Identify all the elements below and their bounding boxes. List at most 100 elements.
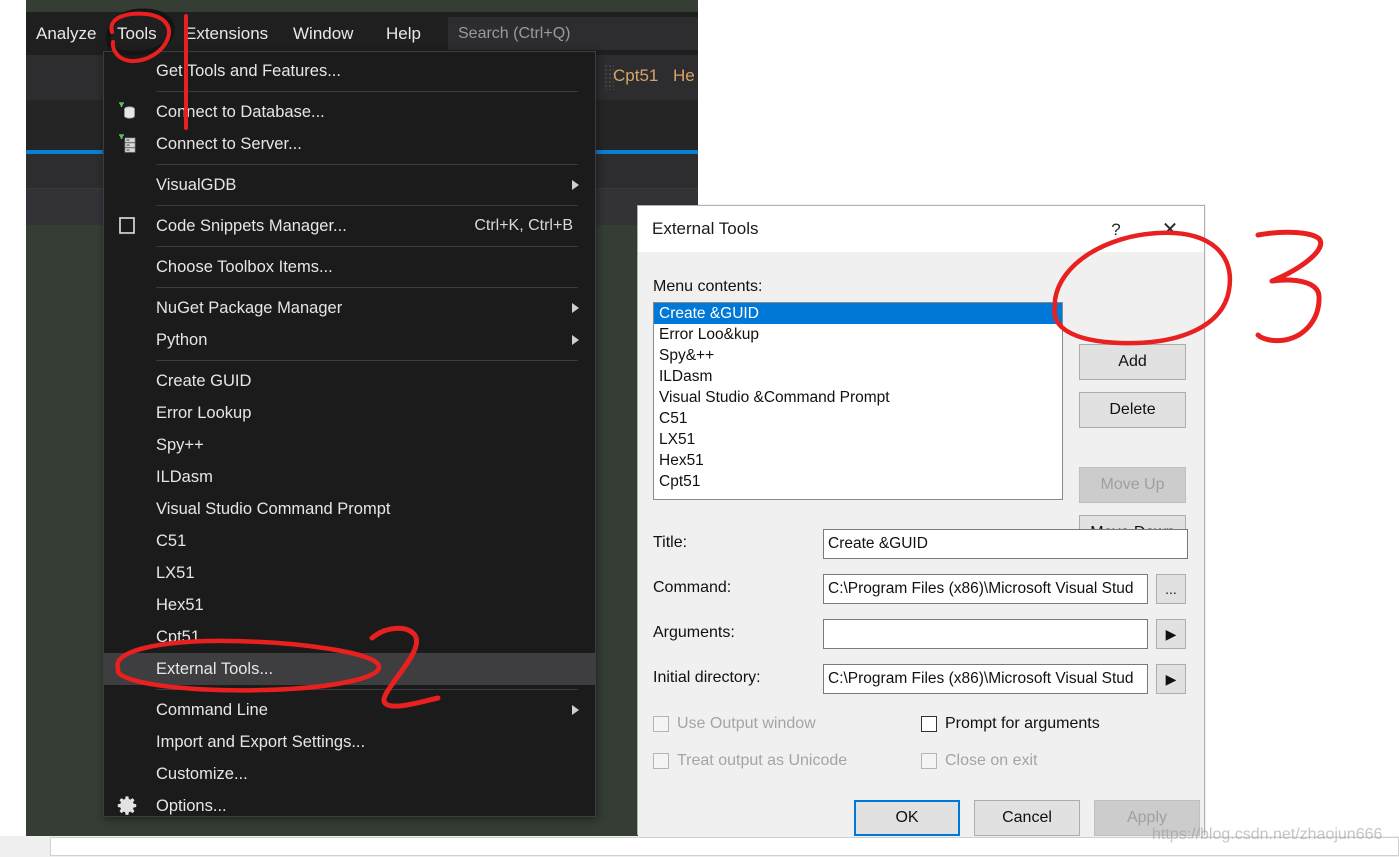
help-icon[interactable]: ? xyxy=(1100,216,1132,244)
menu-item-label: VisualGDB xyxy=(156,175,237,194)
ok-button[interactable]: OK xyxy=(854,800,960,836)
initial-directory-input[interactable]: C:\Program Files (x86)\Microsoft Visual … xyxy=(823,664,1148,694)
menu-separator xyxy=(156,360,578,361)
checkbox-box xyxy=(653,753,669,769)
search-input[interactable]: Search (Ctrl+Q) xyxy=(448,17,698,50)
cancel-button[interactable]: Cancel xyxy=(974,800,1080,836)
checkbox-box xyxy=(653,716,669,732)
submenu-arrow-icon xyxy=(572,303,579,313)
listbox-item[interactable]: LX51 xyxy=(654,429,1062,450)
left-white-gutter xyxy=(0,0,26,843)
menubar-item-help[interactable]: Help xyxy=(386,12,421,55)
menubar-item-analyze[interactable]: Analyze xyxy=(36,12,96,55)
menubar-item-extensions[interactable]: Extensions xyxy=(185,12,268,55)
listbox-item[interactable]: Spy&++ xyxy=(654,345,1062,366)
tools-dropdown-menu: Get Tools and Features... Connect to Data… xyxy=(103,51,596,817)
title-input[interactable]: Create &GUID xyxy=(823,529,1188,559)
watermark-text: https://blog.csdn.net/zhaojun666 xyxy=(1152,826,1383,843)
menu-contents-label: Menu contents: xyxy=(653,278,763,295)
menu-item-ildasm[interactable]: ILDasm xyxy=(104,461,595,493)
menu-item-label: Import and Export Settings... xyxy=(156,732,366,751)
checkbox-box[interactable] xyxy=(921,716,937,732)
menu-item-create-guid[interactable]: Create GUID xyxy=(104,365,595,397)
menu-item-options[interactable]: Options... xyxy=(104,790,595,822)
menu-separator xyxy=(156,164,578,165)
submenu-arrow-icon xyxy=(572,705,579,715)
initial-directory-menu-button[interactable]: ▶ xyxy=(1156,664,1186,694)
checkbox-box xyxy=(921,753,937,769)
menu-contents-listbox[interactable]: Create &GUID Error Loo&kup Spy&++ ILDasm Vis… xyxy=(653,302,1063,500)
menu-separator xyxy=(156,689,578,690)
close-on-exit-checkbox: Close on exit xyxy=(921,752,1038,770)
menu-item-label: Options... xyxy=(156,796,227,815)
menu-item-connect-to-database[interactable]: Connect to Database... xyxy=(104,96,595,128)
command-browse-button[interactable]: ... xyxy=(1156,574,1186,604)
menubar-item-tools[interactable]: Tools xyxy=(117,12,157,55)
menu-item-label: Command Line xyxy=(156,700,268,719)
menu-item-python[interactable]: Python xyxy=(104,324,595,356)
listbox-item[interactable]: Visual Studio &Command Prompt xyxy=(654,387,1062,408)
add-button[interactable]: Add xyxy=(1079,344,1186,380)
submenu-arrow-icon xyxy=(572,335,579,345)
menu-item-label: Hex51 xyxy=(156,595,204,614)
listbox-item[interactable]: Hex51 xyxy=(654,450,1062,471)
menu-item-c51[interactable]: C51 xyxy=(104,525,595,557)
server-icon xyxy=(116,133,138,155)
menu-item-label: External Tools... xyxy=(156,659,274,678)
menu-separator xyxy=(156,287,578,288)
menu-item-cpt51[interactable]: Cpt51 xyxy=(104,621,595,653)
document-tab-he[interactable]: He xyxy=(673,66,695,86)
menu-item-import-and-export-settings[interactable]: Import and Export Settings... xyxy=(104,726,595,758)
menubar-item-window[interactable]: Window xyxy=(293,12,353,55)
menu-item-visualgdb[interactable]: VisualGDB xyxy=(104,169,595,201)
command-input[interactable]: C:\Program Files (x86)\Microsoft Visual … xyxy=(823,574,1148,604)
annotation-digit-3 xyxy=(1255,229,1324,344)
checkbox-label: Close on exit xyxy=(945,752,1038,769)
listbox-item[interactable]: Cpt51 xyxy=(654,471,1062,492)
menu-item-label: Connect to Server... xyxy=(156,134,302,153)
snippet-icon xyxy=(116,215,138,237)
menu-item-label: LX51 xyxy=(156,563,195,582)
menu-item-lx51[interactable]: LX51 xyxy=(104,557,595,589)
menu-item-command-line[interactable]: Command Line xyxy=(104,694,595,726)
treat-output-as-unicode-checkbox: Treat output as Unicode xyxy=(653,752,847,770)
menu-item-label: C51 xyxy=(156,531,187,550)
dialog-titlebar: External Tools ? ✕ xyxy=(638,206,1204,252)
menu-item-label: Spy++ xyxy=(156,435,204,454)
title-label: Title: xyxy=(653,534,688,551)
menu-item-external-tools[interactable]: External Tools... xyxy=(104,653,595,685)
menu-item-nuget-package-manager[interactable]: NuGet Package Manager xyxy=(104,292,595,324)
close-icon[interactable]: ✕ xyxy=(1150,214,1190,246)
menu-item-spy[interactable]: Spy++ xyxy=(104,429,595,461)
menu-item-visual-studio-command-prompt[interactable]: Visual Studio Command Prompt xyxy=(104,493,595,525)
listbox-item[interactable]: C51 xyxy=(654,408,1062,429)
menu-separator xyxy=(156,246,578,247)
menu-item-hex51[interactable]: Hex51 xyxy=(104,589,595,621)
dialog-body: Menu contents: Create &GUID Error Loo&kup… xyxy=(638,252,1204,836)
arguments-menu-button[interactable]: ▶ xyxy=(1156,619,1186,649)
menu-item-label: Customize... xyxy=(156,764,248,783)
submenu-arrow-icon xyxy=(572,180,579,190)
checkbox-label: Treat output as Unicode xyxy=(677,752,848,769)
listbox-item[interactable]: Error Loo&kup xyxy=(654,324,1062,345)
gear-icon xyxy=(116,795,138,817)
listbox-item[interactable]: Create &GUID xyxy=(654,303,1062,324)
menu-item-get-tools-and-features[interactable]: Get Tools and Features... xyxy=(104,55,595,87)
dialog-title: External Tools xyxy=(652,219,759,238)
menu-item-error-lookup[interactable]: Error Lookup xyxy=(104,397,595,429)
document-tab-cpt51[interactable]: Cpt51 xyxy=(613,66,658,86)
menu-item-choose-toolbox-items[interactable]: Choose Toolbox Items... xyxy=(104,251,595,283)
menu-item-label: Error Lookup xyxy=(156,403,252,422)
arguments-input[interactable] xyxy=(823,619,1148,649)
checkbox-label: Use Output window xyxy=(677,715,816,732)
listbox-item[interactable]: ILDasm xyxy=(654,366,1062,387)
delete-button[interactable]: Delete xyxy=(1079,392,1186,428)
menu-item-label: Create GUID xyxy=(156,371,252,390)
menu-item-connect-to-server[interactable]: Connect to Server... xyxy=(104,128,595,160)
external-tools-dialog: External Tools ? ✕ Menu contents: Create… xyxy=(637,205,1205,836)
menu-item-label: Code Snippets Manager... xyxy=(156,216,347,235)
menu-item-code-snippets-manager[interactable]: Code Snippets Manager... Ctrl+K, Ctrl+B xyxy=(104,210,595,242)
prompt-for-arguments-checkbox[interactable]: Prompt for arguments xyxy=(921,715,1100,733)
menu-item-label: Cpt51 xyxy=(156,627,201,646)
menu-item-customize[interactable]: Customize... xyxy=(104,758,595,790)
